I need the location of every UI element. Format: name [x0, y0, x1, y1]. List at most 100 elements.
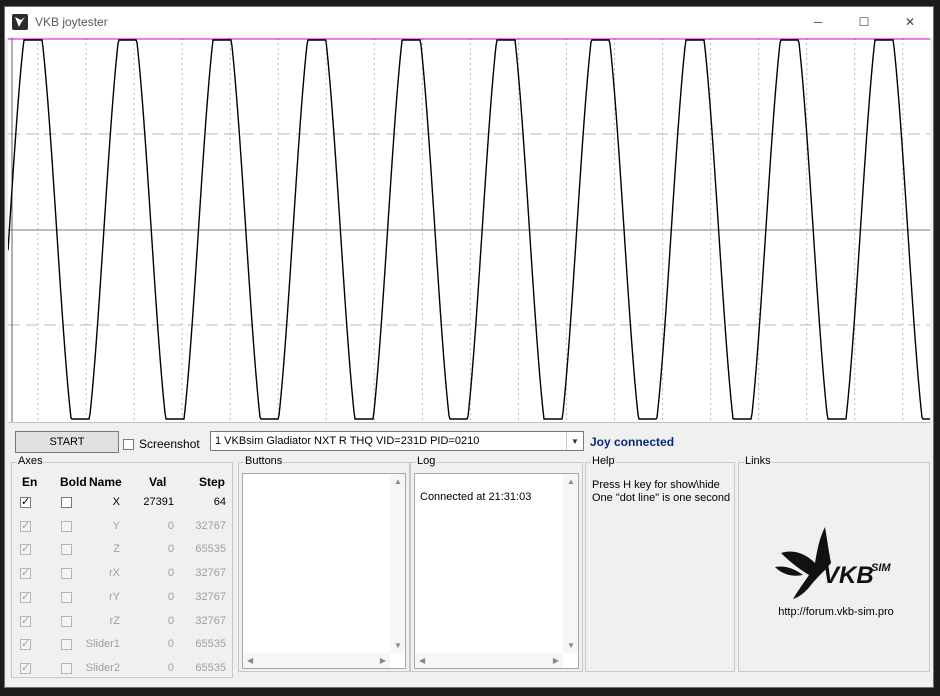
axis-name: Slider1	[85, 638, 120, 651]
scroll-right-icon[interactable]: ▶	[553, 656, 559, 665]
screenshot-checkbox[interactable]	[123, 438, 134, 450]
scroll-right-icon[interactable]: ▶	[380, 656, 386, 665]
axis-name: Slider2	[85, 661, 120, 674]
log-group: Log Connected at 21:31:03 ▲ ▼ ◀ ▶	[410, 455, 583, 672]
svg-text:SIM: SIM	[871, 562, 891, 574]
axis-enable-checkbox[interactable]: ✓	[20, 567, 31, 580]
buttons-group: Buttons ▲ ▼ ◀ ▶	[238, 455, 410, 672]
axis-row-x: ✓ X 27391 64	[12, 491, 232, 514]
buttons-horizontal-scrollbar[interactable]: ◀ ▶	[243, 653, 390, 668]
axis-value: 27391	[143, 496, 174, 508]
log-vertical-scrollbar[interactable]: ▲ ▼	[563, 474, 578, 653]
axis-value: 0	[167, 590, 174, 603]
maximize-button[interactable]: ☐	[841, 7, 887, 37]
axis-step: 64	[213, 496, 226, 508]
vkb-app-icon	[12, 14, 28, 30]
axis-row-slider1: ✓ Slider1 0 65535	[12, 633, 232, 656]
axis-row-slider2: ✓ Slider2 0 65535	[12, 657, 232, 680]
app-window: VKB joytester ─ ☐ ✕ START Screenshot 1 V…	[4, 6, 934, 688]
axis-step: 32767	[195, 614, 226, 627]
vkbsim-logo[interactable]: VKB SIM	[771, 523, 901, 604]
scroll-up-icon[interactable]: ▲	[567, 477, 575, 486]
scroll-up-icon[interactable]: ▲	[394, 477, 402, 486]
axes-header-bold: Bold	[60, 475, 87, 489]
axis-value: 0	[167, 614, 174, 627]
check-icon: ✓	[21, 661, 31, 674]
axes-group-title: Axes	[17, 455, 44, 467]
svg-text:VKB: VKB	[823, 562, 874, 589]
axis-enable-checkbox[interactable]: ✓	[20, 661, 31, 674]
buttons-group-title: Buttons	[244, 455, 284, 467]
log-entry: Connected at 21:31:03	[420, 491, 532, 503]
axis-row-z: ✓ Z 0 65535	[12, 538, 232, 561]
axis-row-rx: ✓ rX 0 32767	[12, 562, 232, 585]
axis-graph	[8, 38, 930, 423]
axis-graph-canvas	[8, 38, 930, 422]
axis-name: rX	[109, 567, 120, 580]
device-select-value: 1 VKBsim Gladiator NXT R THQ VID=231D PI…	[215, 435, 480, 447]
axis-name: X	[112, 496, 120, 508]
log-list[interactable]: Connected at 21:31:03 ▲ ▼ ◀ ▶	[414, 473, 579, 669]
close-button[interactable]: ✕	[887, 7, 933, 37]
axis-name: Z	[113, 543, 120, 556]
maximize-icon: ☐	[858, 15, 870, 29]
axis-enable-checkbox[interactable]: ✓	[20, 543, 31, 556]
buttons-list[interactable]: ▲ ▼ ◀ ▶	[242, 473, 406, 669]
axes-header-name: Name	[89, 475, 122, 489]
check-icon: ✓	[21, 590, 31, 603]
window-title: VKB joytester	[35, 15, 108, 29]
scroll-down-icon[interactable]: ▼	[567, 641, 575, 650]
scroll-left-icon[interactable]: ◀	[419, 656, 425, 665]
connection-status: Joy connected	[590, 435, 675, 449]
axes-header-en: En	[22, 475, 38, 489]
start-button[interactable]: START	[15, 431, 119, 453]
check-icon: ✓	[21, 567, 31, 580]
axis-enable-checkbox[interactable]: ✓	[20, 614, 31, 627]
axis-value: 0	[167, 567, 174, 580]
axis-enable-checkbox[interactable]: ✓	[20, 590, 31, 603]
close-icon: ✕	[904, 15, 916, 29]
check-icon: ✓	[21, 496, 31, 508]
scroll-left-icon[interactable]: ◀	[247, 656, 253, 665]
axis-value: 0	[167, 638, 174, 651]
links-group: Links VKB SIM http://forum.vkb-sim.pro	[738, 455, 933, 672]
axes-group: Axes En Bold Name Val Step ✓ X 27391 64 ✓ Y 0 3…	[11, 455, 233, 680]
buttons-vertical-scrollbar[interactable]: ▲ ▼	[390, 474, 405, 653]
device-select[interactable]: 1 VKBsim Gladiator NXT R THQ VID=231D PI…	[210, 431, 584, 451]
minimize-button[interactable]: ─	[795, 7, 841, 37]
log-group-title: Log	[416, 455, 437, 467]
screenshot-option[interactable]: Screenshot	[123, 437, 200, 451]
axis-enable-checkbox[interactable]: ✓	[20, 496, 31, 508]
axis-value: 0	[167, 661, 174, 674]
chevron-down-icon[interactable]: ▼	[566, 432, 583, 450]
help-line: Press H key for show\hide	[592, 479, 720, 491]
check-icon: ✓	[21, 519, 31, 532]
links-group-title: Links	[744, 455, 772, 467]
axis-step: 32767	[195, 519, 226, 532]
check-icon: ✓	[21, 638, 31, 651]
log-horizontal-scrollbar[interactable]: ◀ ▶	[415, 653, 563, 668]
minimize-icon: ─	[813, 15, 823, 29]
axes-header-step: Step	[199, 475, 226, 489]
axis-name: rY	[109, 590, 120, 603]
check-icon: ✓	[21, 614, 31, 627]
screenshot-label: Screenshot	[139, 437, 200, 451]
help-group-title: Help	[591, 455, 616, 467]
axis-row-y: ✓ Y 0 32767	[12, 515, 232, 538]
help-group: Help Press H key for show\hide One "dot …	[585, 455, 735, 672]
check-icon: ✓	[21, 543, 31, 556]
axis-value: 0	[167, 519, 174, 532]
axis-row-ry: ✓ rY 0 32767	[12, 586, 232, 609]
axis-row-rz: ✓ rZ 0 32767	[12, 610, 232, 633]
scroll-down-icon[interactable]: ▼	[394, 641, 402, 650]
axis-enable-checkbox[interactable]: ✓	[20, 519, 31, 532]
axis-step: 65535	[195, 638, 226, 651]
axis-value: 0	[167, 543, 174, 556]
axis-step: 65535	[195, 543, 226, 556]
forum-link[interactable]: http://forum.vkb-sim.pro	[739, 606, 933, 618]
title-bar[interactable]: VKB joytester ─ ☐ ✕	[5, 7, 933, 37]
axis-name: rZ	[109, 614, 120, 627]
axis-step: 32767	[195, 567, 226, 580]
help-line: One "dot line" is one second	[592, 492, 731, 504]
axis-enable-checkbox[interactable]: ✓	[20, 638, 31, 651]
